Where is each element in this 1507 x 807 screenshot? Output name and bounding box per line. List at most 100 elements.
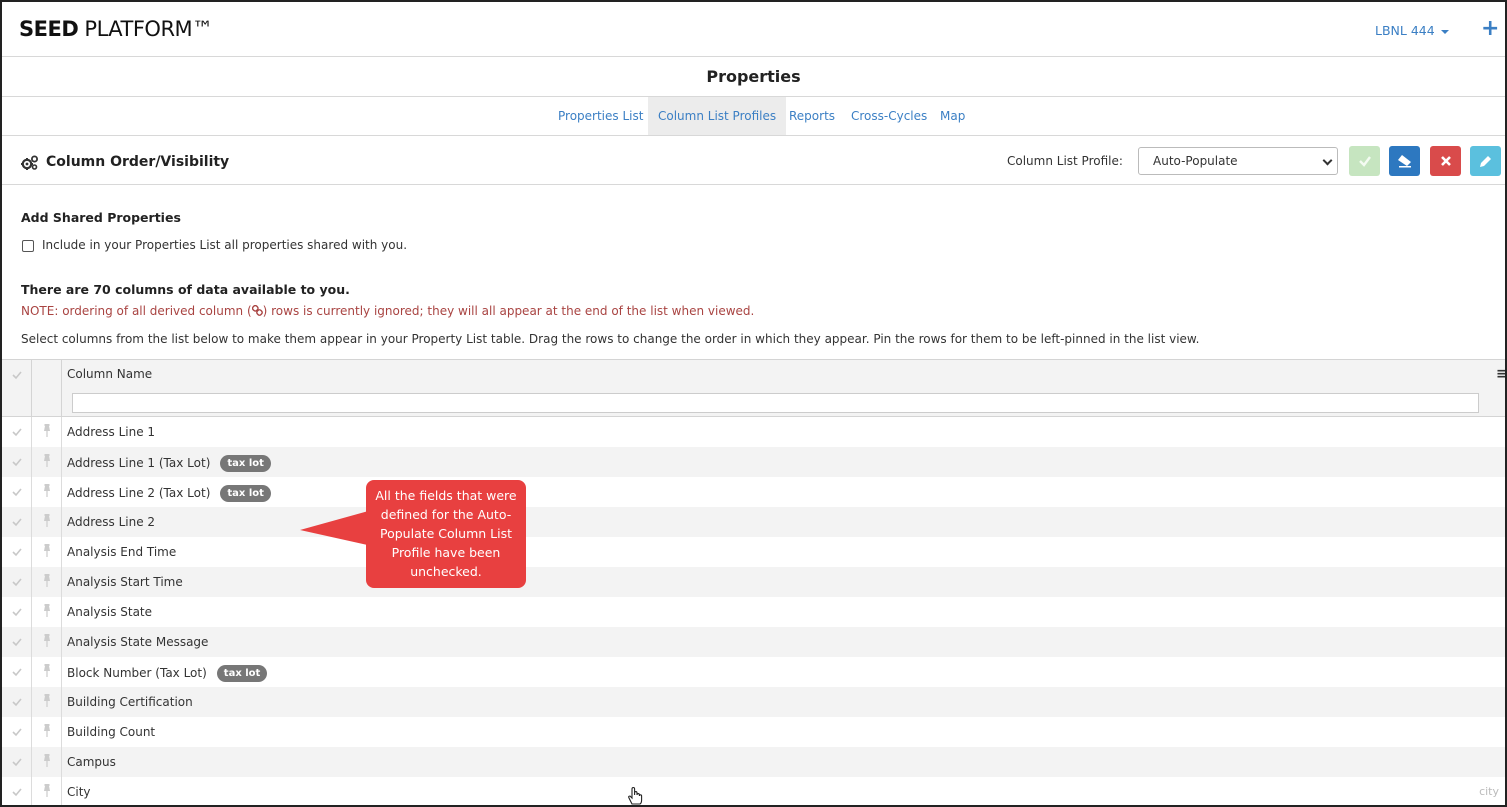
table-row[interactable]: Address Line 1 (Tax Lot) tax lot: [2, 447, 1505, 477]
table-row[interactable]: Address Line 2: [2, 507, 1505, 537]
column-name-cell: Block Number (Tax Lot) tax lot: [67, 665, 268, 682]
row-checkbox[interactable]: [2, 507, 32, 537]
column-name-cell: Building Certification: [67, 695, 193, 709]
check-icon: [12, 698, 22, 707]
pin-icon: [44, 634, 50, 647]
tab-map[interactable]: Map: [930, 97, 975, 135]
row-pin-toggle[interactable]: [32, 417, 62, 447]
delete-profile-button[interactable]: [1430, 146, 1461, 176]
check-icon: [12, 728, 22, 737]
table-row[interactable]: Analysis Start Time: [2, 567, 1505, 597]
check-icon: [12, 788, 22, 797]
pin-icon: [44, 574, 50, 587]
row-checkbox[interactable]: [2, 597, 32, 627]
row-checkbox[interactable]: [2, 447, 32, 477]
tab-cross-cycles[interactable]: Cross-Cycles: [841, 97, 937, 135]
row-pin-toggle[interactable]: [32, 777, 62, 805]
hand-cursor-icon: [628, 786, 643, 805]
column-name-cell: Address Line 1 (Tax Lot) tax lot: [67, 455, 271, 472]
row-checkbox[interactable]: [2, 627, 32, 657]
columns-grid: Column Name ≡ Address Line 1 Address Line…: [2, 359, 1505, 805]
brand-logo[interactable]: SEED PLATFORM™: [19, 17, 213, 41]
pencil-icon: [1480, 155, 1491, 167]
column-name-text: Block Number (Tax Lot): [67, 666, 207, 680]
table-row[interactable]: Block Number (Tax Lot) tax lot: [2, 657, 1505, 687]
caret-down-icon: [1440, 29, 1449, 34]
column-name-cell: Analysis End Time: [67, 545, 176, 559]
row-checkbox[interactable]: [2, 717, 32, 747]
table-row[interactable]: Campus: [2, 747, 1505, 777]
tab-reports[interactable]: Reports: [779, 97, 845, 135]
pin-icon: [44, 544, 50, 557]
column-name-filter-input[interactable]: [72, 393, 1479, 413]
row-checkbox[interactable]: [2, 567, 32, 597]
table-row[interactable]: Address Line 2 (Tax Lot) tax lot: [2, 477, 1505, 507]
table-row[interactable]: Building Certification: [2, 687, 1505, 717]
row-pin-toggle[interactable]: [32, 657, 62, 687]
row-checkbox[interactable]: [2, 687, 32, 717]
row-checkbox[interactable]: [2, 657, 32, 687]
row-checkbox[interactable]: [2, 537, 32, 567]
pin-icon: [44, 484, 50, 497]
rename-profile-button[interactable]: [1470, 146, 1501, 176]
table-row[interactable]: Analysis State: [2, 597, 1505, 627]
column-name-cell: Campus: [67, 755, 116, 769]
instructions-text: Select columns from the list below to ma…: [21, 332, 1200, 346]
include-shared-label[interactable]: Include in your Properties List all prop…: [42, 238, 407, 252]
row-pin-toggle[interactable]: [32, 537, 62, 567]
section-header: Column Order/Visibility Column List Prof…: [0, 136, 1507, 185]
tab-column-list-profiles[interactable]: Column List Profiles: [648, 97, 787, 135]
section-title: Column Order/Visibility: [46, 154, 230, 170]
column-name-cell: City: [67, 785, 91, 799]
row-pin-toggle[interactable]: [32, 747, 62, 777]
row-pin-toggle[interactable]: [32, 717, 62, 747]
row-checkbox[interactable]: [2, 477, 32, 507]
table-row[interactable]: Address Line 1: [2, 417, 1505, 447]
row-checkbox[interactable]: [2, 417, 32, 447]
check-icon: [1358, 156, 1371, 167]
row-checkbox[interactable]: [2, 747, 32, 777]
row-pin-toggle[interactable]: [32, 627, 62, 657]
tab-bar: Properties List Column List Profiles Rep…: [0, 97, 1507, 136]
row-pin-toggle[interactable]: [32, 687, 62, 717]
column-name-text: Analysis State: [67, 605, 153, 619]
row-pin-toggle[interactable]: [32, 447, 62, 477]
pin-icon: [44, 664, 50, 677]
check-icon: [12, 458, 22, 467]
table-row[interactable]: Building Count: [2, 717, 1505, 747]
column-name-text: Building Count: [67, 725, 156, 739]
plus-icon[interactable]: +: [1481, 18, 1499, 40]
pin-icon: [44, 724, 50, 737]
include-shared-checkbox[interactable]: [22, 240, 34, 252]
table-row[interactable]: Analysis End Time: [2, 537, 1505, 567]
check-icon: [12, 758, 22, 767]
row-pin-toggle[interactable]: [32, 477, 62, 507]
row-pin-toggle[interactable]: [32, 597, 62, 627]
check-icon: [12, 371, 22, 380]
row-pin-toggle[interactable]: [32, 507, 62, 537]
reset-profile-button[interactable]: [1389, 146, 1420, 176]
row-checkbox[interactable]: [2, 777, 32, 805]
grid-menu-icon[interactable]: ≡: [1496, 366, 1505, 382]
tax-lot-badge: tax lot: [220, 485, 271, 502]
column-name-header[interactable]: Column Name: [67, 367, 152, 381]
check-icon: [12, 638, 22, 647]
row-pin-toggle[interactable]: [32, 567, 62, 597]
note-text-after: ) rows is currently ignored; they will a…: [262, 304, 755, 318]
pin-icon: [44, 514, 50, 527]
check-icon: [12, 578, 22, 587]
table-row[interactable]: Analysis State Message: [2, 627, 1505, 657]
grid-header: Column Name ≡: [2, 360, 1505, 417]
save-profile-button[interactable]: [1349, 146, 1380, 176]
columns-count-text: There are 70 columns of data available t…: [21, 282, 350, 297]
check-icon: [12, 548, 22, 557]
pin-icon: [44, 784, 50, 797]
table-row[interactable]: City city: [2, 777, 1505, 805]
check-icon: [12, 668, 22, 677]
tab-properties-list[interactable]: Properties List: [548, 97, 653, 135]
page-title: Properties: [0, 57, 1507, 97]
column-list-profile-select[interactable]: Auto-Populate: [1138, 147, 1338, 175]
select-all-checkbox[interactable]: [2, 360, 32, 417]
shared-properties-title: Add Shared Properties: [21, 210, 181, 225]
organization-dropdown[interactable]: LBNL 444: [1375, 23, 1449, 38]
